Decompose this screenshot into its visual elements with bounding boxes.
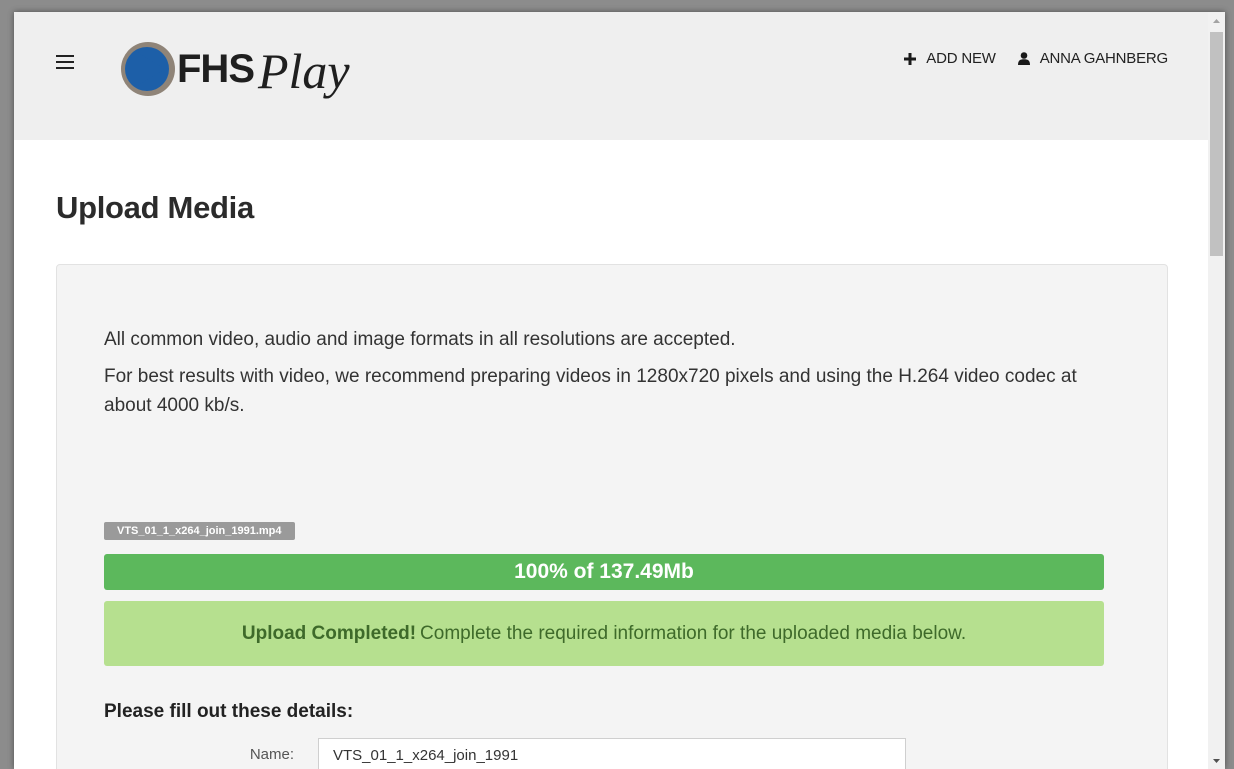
upload-instructions: All common video, audio and image format… xyxy=(104,325,1104,428)
scroll-up-arrow-icon[interactable] xyxy=(1208,12,1225,29)
upload-progress-label: 100% of 137.49Mb xyxy=(514,560,694,583)
logo-text-play: Play xyxy=(258,43,350,99)
page-scrollbar[interactable] xyxy=(1208,12,1225,769)
alert-title: Upload Completed! xyxy=(241,623,417,644)
upload-panel: All common video, audio and image format… xyxy=(56,264,1168,769)
user-name-label: ANNA GAHNBERG xyxy=(1039,50,1168,67)
browser-window: FHS Play ADD NEW ANNA GAHNBERG Upload Me… xyxy=(14,12,1225,769)
scroll-down-arrow-icon[interactable] xyxy=(1208,752,1225,769)
hamburger-menu-icon[interactable] xyxy=(56,55,74,69)
header-actions: ADD NEW ANNA GAHNBERG xyxy=(882,50,1168,67)
details-form-heading: Please fill out these details: xyxy=(104,701,354,722)
play-logo-icon xyxy=(121,42,175,96)
upload-progress-bar: 100% of 137.49Mb xyxy=(104,554,1104,590)
logo-text-fhs: FHS xyxy=(177,46,255,91)
add-new-button[interactable]: ADD NEW xyxy=(904,50,996,67)
page-title: Upload Media xyxy=(56,190,254,225)
fhs-play-logo[interactable]: FHS Play xyxy=(121,34,350,104)
alert-message: Complete the required information for th… xyxy=(420,623,967,644)
name-form-row: Name: xyxy=(104,738,906,769)
user-icon xyxy=(1017,52,1030,65)
upload-completed-alert: Upload Completed! Complete the required i… xyxy=(104,601,1104,666)
user-menu-button[interactable]: ANNA GAHNBERG xyxy=(1017,50,1168,67)
name-label: Name: xyxy=(249,746,294,763)
instruction-video-recommendation: For best results with video, we recommen… xyxy=(104,366,1077,416)
uploaded-file-name-badge: VTS_01_1_x264_join_1991.mp4 xyxy=(104,522,295,540)
app-header: FHS Play ADD NEW ANNA GAHNBERG xyxy=(14,12,1208,140)
name-input[interactable] xyxy=(318,738,906,769)
scrollbar-thumb[interactable] xyxy=(1210,32,1223,256)
add-new-label: ADD NEW xyxy=(926,50,996,67)
plus-icon xyxy=(904,52,917,65)
instruction-formats: All common video, audio and image format… xyxy=(104,329,736,350)
